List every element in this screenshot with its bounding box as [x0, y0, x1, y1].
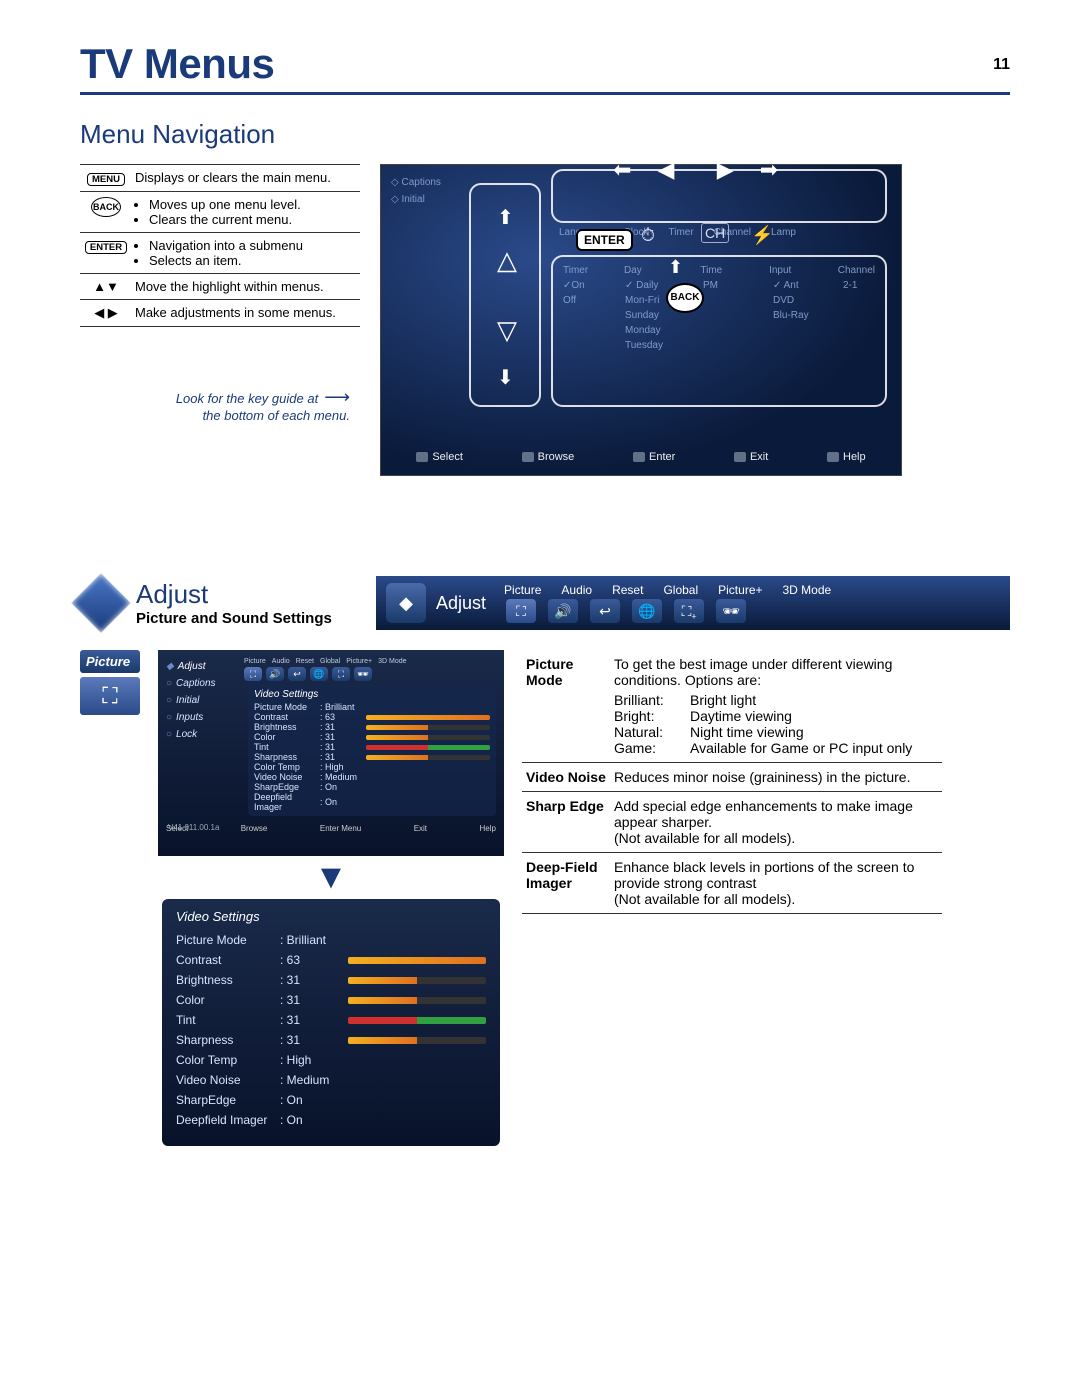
back-button-icon: BACK: [91, 197, 121, 217]
look-for-key-guide-note: Look for the key guide at⟶ the bottom of…: [80, 387, 360, 423]
video-noise-term: Video Noise: [522, 763, 610, 792]
section-menu-navigation-title: Menu Navigation: [80, 119, 1010, 150]
picture-plus-icon: ⛶₊: [674, 599, 704, 623]
deepfield-term: Deep-Field Imager: [522, 853, 610, 914]
settings-description-table: Picture Mode To get the best image under…: [522, 650, 942, 914]
picture-mode-term: Picture Mode: [522, 650, 610, 763]
leftright-desc: Make adjustments in some menus.: [132, 300, 360, 327]
zoom-arrow-icon: ▼: [314, 858, 348, 897]
reset-icon: ↩: [590, 599, 620, 623]
adjust-full-screenshot: Adjust Captions Initial Inputs Lock Pict…: [158, 650, 504, 856]
horizontal-nav-highlight: ⬅ ◀ ▶ ➡: [551, 169, 887, 223]
tv-footer-keyguide: Select Browse Enter Exit Help: [381, 447, 901, 467]
deepfield-desc: Enhance black levels in portions of the …: [610, 853, 942, 914]
picture-icon: ⛶: [506, 599, 536, 623]
menu-button-icon: MENU: [87, 173, 125, 186]
title-rule: [80, 92, 1010, 95]
sharp-edge-desc: Add special edge enhancements to make im…: [610, 792, 942, 853]
adjust-title: Adjust: [136, 579, 376, 610]
adjust-nav-diamond-icon: ◆: [386, 583, 426, 623]
video-settings-panel: Video Settings Picture Mode: BrilliantCo…: [162, 899, 500, 1146]
sharp-edge-term: Sharp Edge: [522, 792, 610, 853]
firmware-version: V41 011.00.1a: [168, 823, 219, 832]
enter-button-icon: ENTER: [85, 241, 127, 254]
menu-desc: Displays or clears the main menu.: [132, 165, 360, 192]
updown-arrows-icon: ▲▼: [80, 274, 132, 300]
adjust-menu-bar: ◆ Adjust PictureAudioResetGlobalPicture+…: [376, 576, 1010, 630]
page-title: TV Menus: [80, 40, 274, 88]
enter-overlay-button: ENTER: [576, 229, 633, 251]
global-icon: 🌐: [632, 599, 662, 623]
nav-key-table: MENU Displays or clears the main menu. B…: [80, 164, 360, 327]
adjust-subtitle: Picture and Sound Settings: [136, 610, 376, 627]
3d-mode-icon: 🕶: [716, 599, 746, 623]
page-number: 11: [993, 56, 1010, 74]
updown-desc: Move the highlight within menus.: [132, 274, 360, 300]
video-noise-desc: Reduces minor noise (graininess) in the …: [610, 763, 942, 792]
back-overlay-button: BACK: [666, 283, 704, 313]
adjust-diamond-icon: [71, 573, 130, 632]
vertical-nav-highlight: ⬆ △ ▽ ⬇: [469, 183, 541, 407]
content-panel-highlight: Timer Day Time Input Channel ✓On✓ DailyP…: [551, 255, 887, 407]
picture-mode-desc: To get the best image under different vi…: [610, 650, 942, 763]
audio-icon: 🔊: [548, 599, 578, 623]
leftright-arrows-icon: ◀ ▶: [80, 300, 132, 327]
back-desc: Moves up one menu level. Clears the curr…: [132, 192, 360, 233]
picture-badge: Picture ⛶: [80, 650, 140, 715]
adjust-bar-label: Adjust: [436, 593, 486, 614]
picture-badge-icon: ⛶: [80, 677, 140, 715]
enter-desc: Navigation into a submenu Selects an ite…: [132, 233, 360, 274]
tv-nav-screenshot: ◇ Captions ◇ Initial ⬆ △ ▽ ⬇ ⬅ ◀ ▶ ➡ Lan…: [380, 164, 902, 476]
